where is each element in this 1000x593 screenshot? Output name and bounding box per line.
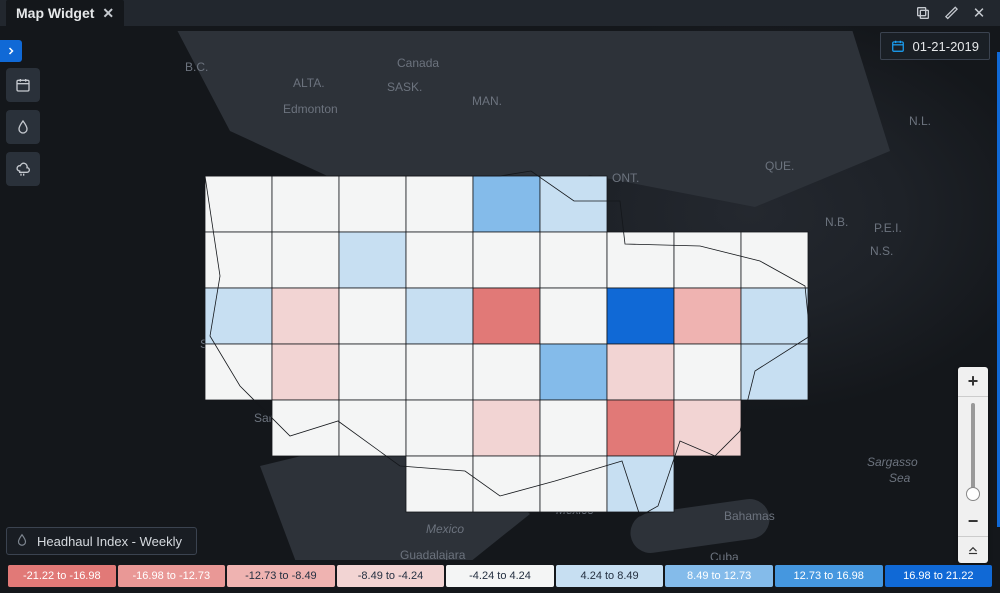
legend: -21.22 to -16.98 -16.98 to -12.73 -12.73 t… [8, 565, 992, 587]
map-region[interactable] [473, 400, 540, 456]
map-region[interactable] [741, 288, 808, 344]
map-region[interactable] [607, 232, 674, 288]
legend-swatch[interactable]: -12.73 to -8.49 [227, 565, 335, 587]
map-region[interactable] [406, 344, 473, 400]
zoom-thumb[interactable] [966, 487, 980, 501]
map-region[interactable] [741, 344, 808, 400]
map-region[interactable] [674, 232, 741, 288]
map-region[interactable] [205, 176, 272, 232]
active-layer-chip[interactable]: Headhaul Index - Weekly [6, 527, 197, 555]
sidebar-toggle[interactable] [0, 40, 22, 62]
legend-swatch[interactable]: 12.73 to 16.98 [775, 565, 883, 587]
legend-swatch[interactable]: 8.49 to 12.73 [665, 565, 773, 587]
zoom-reset-button[interactable] [958, 537, 988, 563]
calendar-icon [891, 39, 905, 53]
map-region[interactable] [406, 176, 473, 232]
map-region[interactable] [473, 344, 540, 400]
legend-swatch[interactable]: 16.98 to 21.22 [885, 565, 993, 587]
legend-label: -4.24 to 4.24 [469, 570, 531, 582]
map-region[interactable] [272, 344, 339, 400]
map-region[interactable] [607, 344, 674, 400]
zoom-control: + − [958, 367, 988, 563]
duplicate-icon[interactable] [914, 4, 932, 22]
zoom-slider[interactable] [958, 397, 988, 507]
legend-label: -8.49 to -4.24 [358, 570, 423, 582]
layer-label: Headhaul Index - Weekly [37, 534, 182, 549]
map-region[interactable] [473, 288, 540, 344]
date-value: 01-21-2019 [913, 39, 980, 54]
map-region[interactable] [339, 288, 406, 344]
zoom-out-button[interactable]: − [958, 507, 988, 537]
map-region[interactable] [272, 232, 339, 288]
droplet-tool-icon[interactable] [6, 110, 40, 144]
choropleth-layer [0, 26, 1000, 560]
map-region[interactable] [674, 344, 741, 400]
map-region[interactable] [741, 232, 808, 288]
map-region[interactable] [339, 176, 406, 232]
legend-swatch[interactable]: -4.24 to 4.24 [446, 565, 554, 587]
map-region[interactable] [607, 456, 674, 512]
widget-title: Map Widget [16, 5, 94, 21]
map-region[interactable] [272, 176, 339, 232]
topbar-actions: ✕ [914, 4, 994, 22]
map-region[interactable] [540, 288, 607, 344]
legend-label: -21.22 to -16.98 [23, 570, 101, 582]
map-region[interactable] [674, 400, 741, 456]
map-region[interactable] [406, 456, 473, 512]
map-region[interactable] [339, 344, 406, 400]
map-region[interactable] [473, 232, 540, 288]
legend-swatch[interactable]: 4.24 to 8.49 [556, 565, 664, 587]
map-region[interactable] [607, 288, 674, 344]
map-region[interactable] [674, 288, 741, 344]
map-region[interactable] [406, 400, 473, 456]
sidebar [6, 68, 40, 186]
title-bar: Map Widget ✕ ✕ [0, 0, 1000, 26]
legend-label: 8.49 to 12.73 [687, 570, 751, 582]
map-region[interactable] [339, 400, 406, 456]
map-region[interactable] [540, 344, 607, 400]
map-region[interactable] [205, 288, 272, 344]
legend-label: -16.98 to -12.73 [133, 570, 211, 582]
legend-swatch[interactable]: -8.49 to -4.24 [337, 565, 445, 587]
legend-label: -12.73 to -8.49 [245, 570, 317, 582]
calendar-tool-icon[interactable] [6, 68, 40, 102]
map-region[interactable] [406, 288, 473, 344]
droplet-icon [15, 533, 29, 550]
legend-swatch[interactable]: -16.98 to -12.73 [118, 565, 226, 587]
map-region[interactable] [607, 400, 674, 456]
legend-swatch[interactable]: -21.22 to -16.98 [8, 565, 116, 587]
map-region[interactable] [205, 344, 272, 400]
close-tab-icon[interactable]: ✕ [102, 5, 114, 22]
map-region[interactable] [540, 232, 607, 288]
zoom-in-button[interactable]: + [958, 367, 988, 397]
date-picker[interactable]: 01-21-2019 [880, 32, 991, 60]
map-region[interactable] [540, 400, 607, 456]
edit-icon[interactable] [942, 4, 960, 22]
map-region[interactable] [473, 176, 540, 232]
map-stage[interactable]: B.C.ALTA.SASK.CanadaMAN.EdmontonONT.N.B.… [0, 26, 1000, 560]
map-region[interactable] [272, 288, 339, 344]
legend-label: 16.98 to 21.22 [903, 570, 973, 582]
map-region[interactable] [540, 456, 607, 512]
close-icon[interactable]: ✕ [970, 4, 988, 22]
widget-title-tab: Map Widget ✕ [6, 0, 124, 26]
map-region[interactable] [406, 232, 473, 288]
legend-label: 12.73 to 16.98 [794, 570, 864, 582]
legend-label: 4.24 to 8.49 [581, 570, 639, 582]
cloud-tool-icon[interactable] [6, 152, 40, 186]
map-region[interactable] [339, 232, 406, 288]
